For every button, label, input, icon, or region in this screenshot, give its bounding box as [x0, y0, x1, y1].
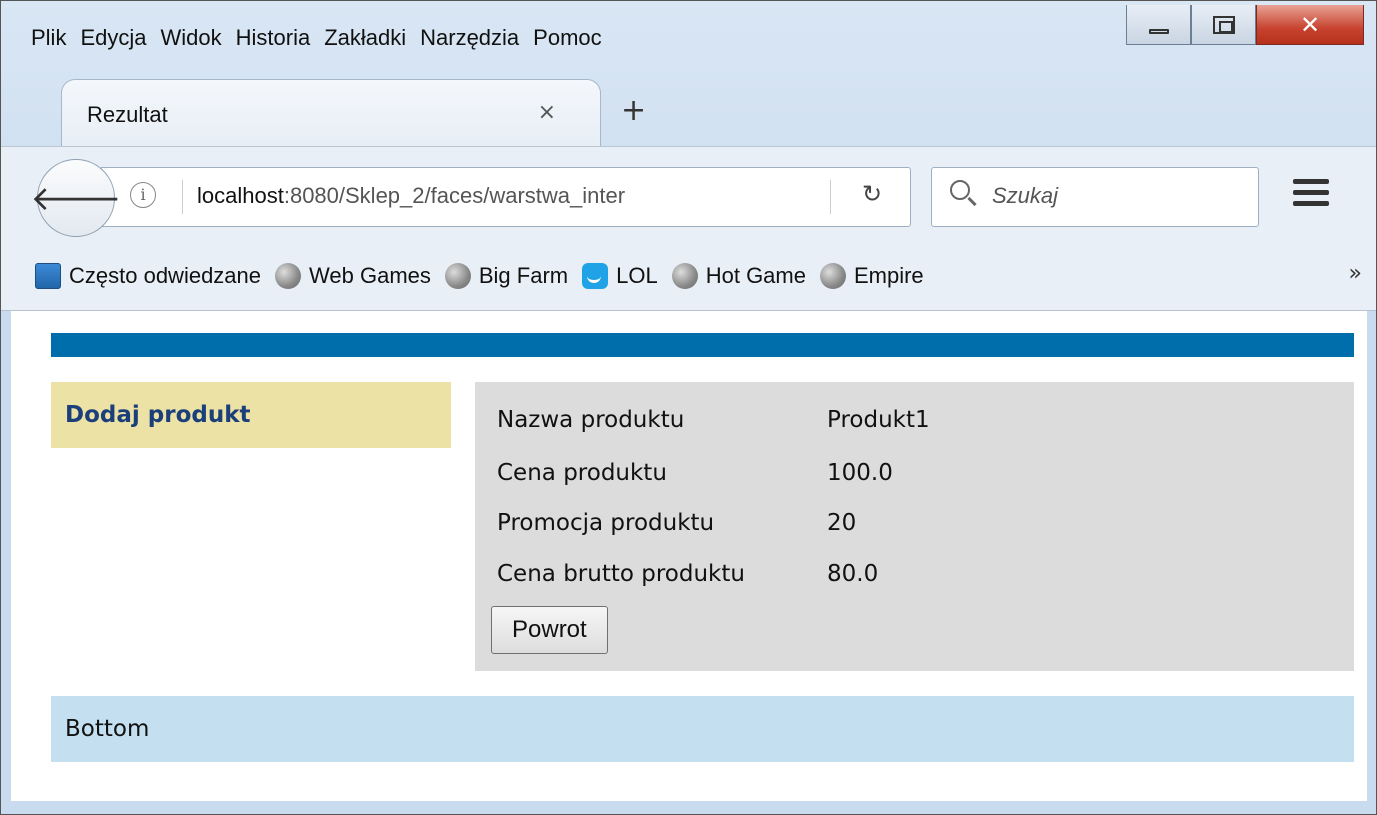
- row-label: Cena produktu: [497, 460, 667, 486]
- back-button[interactable]: 🡐: [30, 159, 122, 237]
- globe-icon: [819, 262, 846, 289]
- powrot-button[interactable]: Powrot: [491, 606, 608, 654]
- row-value: 80.0: [827, 561, 879, 587]
- maximize-button[interactable]: [1191, 5, 1256, 45]
- minimize-button[interactable]: [1126, 5, 1191, 45]
- bookmark-label: Web Games: [309, 262, 431, 288]
- tab-strip: Rezultat × +: [1, 71, 1376, 153]
- left-panel-title: Dodaj produkt: [65, 402, 251, 428]
- header-bar: [51, 333, 1354, 357]
- bookmark-web-games[interactable]: Web Games: [275, 262, 431, 289]
- row-cena-brutto: Cena brutto produktu 80.0: [497, 561, 878, 587]
- reload-separator: [830, 180, 831, 214]
- bookmark-hot-game[interactable]: Hot Game: [671, 262, 806, 289]
- url-host: localhost: [197, 183, 284, 208]
- globe-icon: [275, 262, 302, 289]
- row-value: Produkt1: [827, 407, 930, 433]
- row-label: Promocja produktu: [497, 510, 715, 536]
- close-window-button[interactable]: ✕: [1256, 5, 1364, 45]
- row-nazwa: Nazwa produktu Produkt1: [497, 407, 930, 433]
- row-promocja: Promocja produktu 20: [497, 510, 856, 536]
- menu-hamburger-icon[interactable]: [1293, 179, 1329, 212]
- url-separator: [182, 180, 183, 214]
- navigation-bar: i localhost:8080/Sklep_2/faces/warstwa_i…: [1, 146, 1376, 241]
- footer-text: Bottom: [65, 716, 150, 742]
- search-placeholder: Szukaj: [992, 183, 1059, 208]
- search-icon: [950, 180, 970, 200]
- url-text[interactable]: localhost:8080/Sklep_2/faces/warstwa_int…: [197, 183, 787, 209]
- left-panel: Dodaj produkt: [51, 382, 451, 448]
- row-label: Nazwa produktu: [497, 407, 685, 433]
- row-value: 100.0: [827, 460, 893, 486]
- bookmark-czesto-odwiedzane[interactable]: Często odwiedzane: [35, 262, 262, 289]
- tab-title: Rezultat: [87, 102, 168, 127]
- tab-close-icon[interactable]: ×: [538, 100, 556, 125]
- globe-icon: [444, 262, 471, 289]
- close-icon: ✕: [1299, 10, 1321, 39]
- new-tab-button[interactable]: +: [621, 93, 646, 128]
- page-content: Dodaj produkt Nazwa produktu Produkt1 Cen…: [11, 311, 1367, 801]
- back-arrow-icon: 🡐: [30, 178, 122, 219]
- bookmark-label: Często odwiedzane: [69, 262, 262, 288]
- bookmark-label: LOL: [616, 262, 658, 288]
- menu-bar: Plik Edycja Widok Historia Zakładki Narz…: [31, 19, 616, 57]
- footer-bar: Bottom: [51, 696, 1354, 762]
- bookmark-label: Big Farm: [478, 262, 569, 288]
- bookmark-big-farm[interactable]: Big Farm: [444, 262, 569, 289]
- bookmark-label: Empire: [853, 262, 924, 288]
- menu-plik[interactable]: Plik: [31, 25, 66, 51]
- menu-pomoc[interactable]: Pomoc: [533, 25, 601, 51]
- info-icon[interactable]: i: [130, 182, 156, 208]
- content-panel: Nazwa produktu Produkt1 Cena produktu 100.…: [475, 382, 1354, 671]
- bookmarks-toolbar: Często odwiedzane Web Games Big Farm LOL…: [1, 241, 1376, 311]
- menu-historia[interactable]: Historia: [236, 25, 311, 51]
- minimize-icon: [1148, 29, 1169, 34]
- bookmark-lol[interactable]: LOL: [582, 262, 658, 289]
- row-label: Cena brutto produktu: [497, 561, 745, 587]
- search-input[interactable]: Szukaj: [931, 167, 1259, 227]
- row-value: 20: [827, 510, 857, 536]
- window-controls: ✕: [1126, 5, 1364, 45]
- tab-rezultat[interactable]: Rezultat ×: [61, 79, 601, 153]
- url-path: :8080/Sklep_2/faces/warstwa_inter: [283, 183, 626, 208]
- maximize-icon: [1212, 15, 1235, 34]
- bookmark-empire[interactable]: Empire: [819, 262, 924, 289]
- menu-narzedzia[interactable]: Narzędzia: [420, 25, 519, 51]
- reload-icon[interactable]: ↻: [862, 180, 882, 208]
- browser-window: Plik Edycja Widok Historia Zakładki Narz…: [0, 0, 1377, 815]
- bookmark-label: Hot Game: [705, 262, 806, 288]
- menu-edycja[interactable]: Edycja: [80, 25, 146, 51]
- frequent-icon: [35, 262, 61, 289]
- menu-widok[interactable]: Widok: [161, 25, 222, 51]
- chevron-right-icon[interactable]: »: [1349, 261, 1362, 286]
- row-cena: Cena produktu 100.0: [497, 460, 893, 486]
- smiley-icon: [582, 262, 609, 289]
- globe-icon: [671, 262, 698, 289]
- menu-zakladki[interactable]: Zakładki: [324, 25, 406, 51]
- url-bar[interactable]: i localhost:8080/Sklep_2/faces/warstwa_i…: [101, 167, 911, 227]
